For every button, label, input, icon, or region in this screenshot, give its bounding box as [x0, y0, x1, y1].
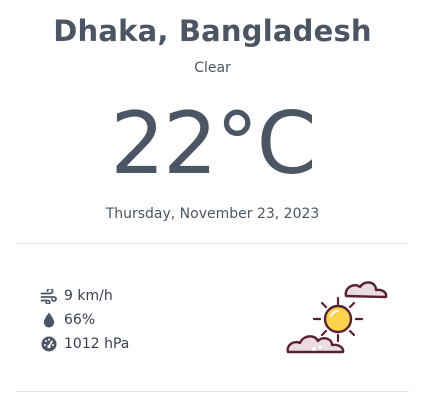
temperature: 22°C [110, 94, 316, 194]
date: Thursday, November 23, 2023 [105, 206, 320, 222]
pressure-value: 1012 hPa [64, 336, 130, 352]
wind-value: 9 km/h [64, 288, 113, 304]
gauge-icon [40, 336, 57, 353]
pressure-stat: 1012 hPa [40, 332, 129, 356]
sun-with-clouds-icon [286, 281, 388, 354]
wind-icon [40, 288, 57, 305]
droplet-icon [40, 312, 57, 329]
weather-stats: 9 km/h 66% 1012 hPa [40, 284, 129, 356]
city-name: Dhaka, Bangladesh [53, 14, 372, 48]
weather-condition: Clear [194, 60, 231, 76]
divider [16, 391, 409, 392]
divider [16, 243, 409, 244]
wind-stat: 9 km/h [40, 284, 129, 308]
humidity-stat: 66% [40, 308, 129, 332]
humidity-value: 66% [64, 312, 96, 328]
